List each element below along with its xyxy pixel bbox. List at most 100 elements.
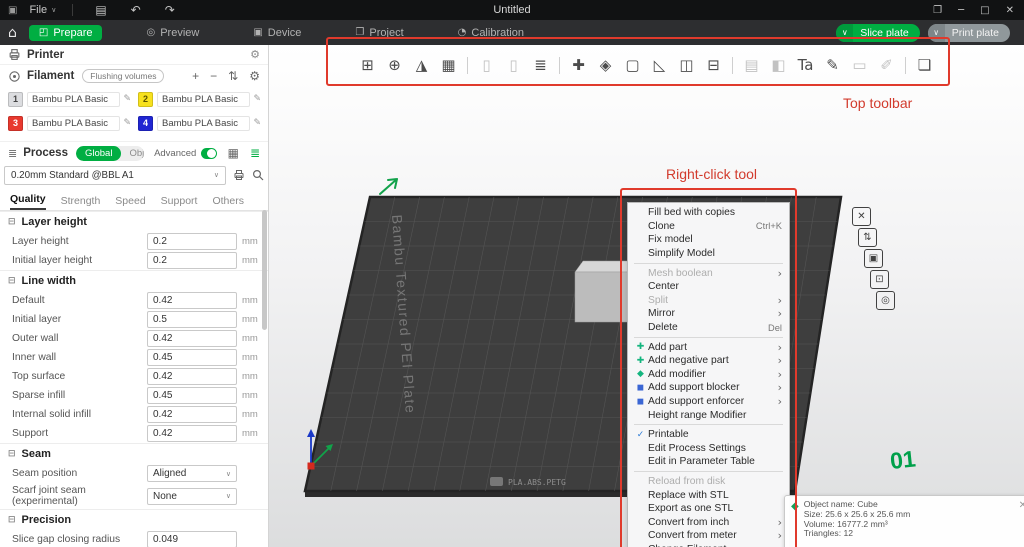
print-plate-button[interactable]: ∨ Print plate: [928, 24, 1010, 42]
filament-slot-2[interactable]: 2Bambu PLA Basic✎: [134, 89, 264, 109]
param-input-initial-layer-height[interactable]: 0.2: [147, 252, 237, 269]
scope-toggle[interactable]: Global Objects: [76, 146, 144, 161]
process-tab-quality[interactable]: Quality: [10, 193, 46, 210]
scale-icon[interactable]: ▢: [619, 52, 646, 78]
process-preset-select[interactable]: 0.20mm Standard @BBL A1 ∨: [4, 166, 226, 185]
minimize-icon[interactable]: ─: [958, 5, 964, 16]
menu-item-clone[interactable]: CloneCtrl+K: [628, 220, 789, 234]
edit-filament-icon[interactable]: ✎: [123, 118, 131, 128]
param-input-inner-wall[interactable]: 0.45: [147, 349, 237, 366]
layout-icon[interactable]: ❐: [933, 5, 942, 16]
menu-item-convert-from-inch[interactable]: Convert from inch›: [628, 515, 789, 529]
orient-plate-icon[interactable]: ▣: [864, 249, 883, 268]
param-input-slice-gap-closing-radius[interactable]: 0.049: [147, 531, 237, 547]
split-objects-icon[interactable]: ◫: [673, 52, 700, 78]
menu-item-add-support-enforcer[interactable]: ◼Add support enforcer›: [628, 395, 789, 409]
tab-device[interactable]: ▣Device: [243, 25, 311, 41]
param-input-seam-position[interactable]: Aligned∨: [147, 465, 237, 482]
param-input-support[interactable]: 0.42: [147, 425, 237, 442]
menu-item-delete[interactable]: DeleteDel: [628, 321, 789, 335]
info-close-icon[interactable]: ✕: [1019, 500, 1024, 547]
auto-orient-icon[interactable]: ◮: [408, 52, 435, 78]
save-project-icon[interactable]: ▤: [95, 3, 106, 17]
param-input-outer-wall[interactable]: 0.42: [147, 330, 237, 347]
scope-objects-option[interactable]: Objects: [121, 148, 144, 159]
split-plate-icon[interactable]: ≣: [527, 52, 554, 78]
add-model-icon[interactable]: ⊞: [354, 52, 381, 78]
print-options-chevron-icon[interactable]: ∨: [928, 24, 945, 42]
tab-prepare[interactable]: ◰Prepare: [29, 25, 103, 41]
section-precision[interactable]: ⊟Precision: [0, 509, 268, 530]
tab-preview[interactable]: ◎Preview: [136, 25, 209, 41]
menu-item-change-filament[interactable]: Change Filament›: [628, 543, 789, 547]
maximize-icon[interactable]: □: [980, 5, 989, 16]
section-line-width[interactable]: ⊟Line width: [0, 270, 268, 291]
undo-icon[interactable]: ↶: [131, 3, 141, 17]
menu-item-add-support-blocker[interactable]: ◼Add support blocker›: [628, 381, 789, 395]
param-input-top-surface[interactable]: 0.42: [147, 368, 237, 385]
flushing-volumes-button[interactable]: Flushing volumes: [82, 69, 164, 83]
lock-plate-icon[interactable]: ⊡: [870, 270, 889, 289]
printer-settings-gear-icon[interactable]: ⚙: [250, 48, 260, 61]
sync-filament-icon[interactable]: ⇅: [228, 70, 238, 82]
filament-slot-4[interactable]: 4Bambu PLA Basic✎: [134, 113, 264, 133]
param-input-internal-solid-infill[interactable]: 0.42: [147, 406, 237, 423]
param-input-layer-height[interactable]: 0.2: [147, 233, 237, 250]
process-tab-others[interactable]: Others: [212, 195, 244, 210]
arrange-plate-icon[interactable]: ⇅: [858, 228, 877, 247]
param-input-scarf-joint-seam-experimental[interactable]: None∨: [147, 488, 237, 505]
filament-slot-3[interactable]: 3Bambu PLA Basic✎: [4, 113, 134, 133]
lay-on-face-icon[interactable]: ◺: [646, 52, 673, 78]
add-plate-icon[interactable]: ⊕: [381, 52, 408, 78]
rotate-icon[interactable]: ◈: [592, 52, 619, 78]
sync-preset-icon[interactable]: [233, 169, 245, 181]
color-painting-icon[interactable]: ✎: [819, 52, 846, 78]
section-seam[interactable]: ⊟Seam: [0, 443, 268, 464]
split-parts-icon[interactable]: ⊟: [700, 52, 727, 78]
menu-item-export-as-one-stl[interactable]: Export as one STL: [628, 502, 789, 516]
home-icon[interactable]: ⌂: [8, 25, 17, 41]
parameter-table-icon[interactable]: ▦: [228, 147, 239, 159]
edit-filament-icon[interactable]: ✎: [253, 118, 261, 128]
plate-settings-icon[interactable]: ◎: [876, 291, 895, 310]
tab-calibration[interactable]: ◔Calibration: [448, 25, 534, 41]
assembly-view-icon[interactable]: ❏: [911, 52, 938, 78]
sidebar-scrollbar-thumb[interactable]: [262, 210, 267, 330]
menu-item-convert-from-meter[interactable]: Convert from meter›: [628, 529, 789, 543]
process-tab-support[interactable]: Support: [161, 195, 198, 210]
filament-settings-gear-icon[interactable]: ⚙: [249, 70, 260, 82]
scope-global-option[interactable]: Global: [76, 146, 121, 161]
delete-plate-icon[interactable]: ✕: [852, 207, 871, 226]
text-tool-icon[interactable]: Ta: [792, 52, 819, 78]
arrange-icon[interactable]: ▦: [435, 52, 462, 78]
menu-item-add-modifier[interactable]: ◆Add modifier›: [628, 368, 789, 382]
param-input-initial-layer[interactable]: 0.5: [147, 311, 237, 328]
viewport-3d[interactable]: ⊞⊕◮▦▯▯≣✚◈▢◺◫⊟▤◧Ta✎▭✐❏ Bambu Textured PEI…: [268, 45, 1024, 547]
process-tab-strength[interactable]: Strength: [61, 195, 101, 210]
slice-options-chevron-icon[interactable]: ∨: [836, 24, 853, 42]
move-icon[interactable]: ✚: [565, 52, 592, 78]
tab-project[interactable]: ❐Project: [345, 25, 413, 41]
menu-item-add-part[interactable]: ✚Add part›: [628, 340, 789, 354]
menu-item-fill-bed-with-copies[interactable]: Fill bed with copies: [628, 206, 789, 220]
menu-item-edit-process-settings[interactable]: Edit Process Settings: [628, 442, 789, 456]
redo-icon[interactable]: ↷: [165, 3, 175, 17]
close-icon[interactable]: ✕: [1006, 5, 1014, 16]
menu-item-simplify-model[interactable]: Simplify Model: [628, 247, 789, 261]
menu-item-center[interactable]: Center: [628, 280, 789, 294]
menu-item-height-range-modifier[interactable]: Height range Modifier: [628, 408, 789, 422]
param-input-default[interactable]: 0.42: [147, 292, 237, 309]
file-menu[interactable]: File ∨: [23, 4, 62, 16]
menu-item-edit-in-parameter-table[interactable]: Edit in Parameter Table: [628, 455, 789, 469]
process-tune-icon[interactable]: ≣: [250, 147, 260, 159]
filament-slot-1[interactable]: 1Bambu PLA Basic✎: [4, 89, 134, 109]
slice-plate-button[interactable]: ∨ Slice plate: [836, 24, 919, 42]
menu-item-printable[interactable]: ✓Printable: [628, 428, 789, 442]
remove-filament-button[interactable]: −: [210, 70, 217, 82]
add-filament-button[interactable]: +: [192, 70, 199, 82]
section-layer-height[interactable]: ⊟Layer height: [0, 211, 268, 232]
menu-item-replace-with-stl[interactable]: Replace with STL: [628, 488, 789, 502]
menu-item-add-negative-part[interactable]: ✚Add negative part›: [628, 354, 789, 368]
search-icon[interactable]: [252, 169, 264, 181]
param-input-sparse-infill[interactable]: 0.45: [147, 387, 237, 404]
